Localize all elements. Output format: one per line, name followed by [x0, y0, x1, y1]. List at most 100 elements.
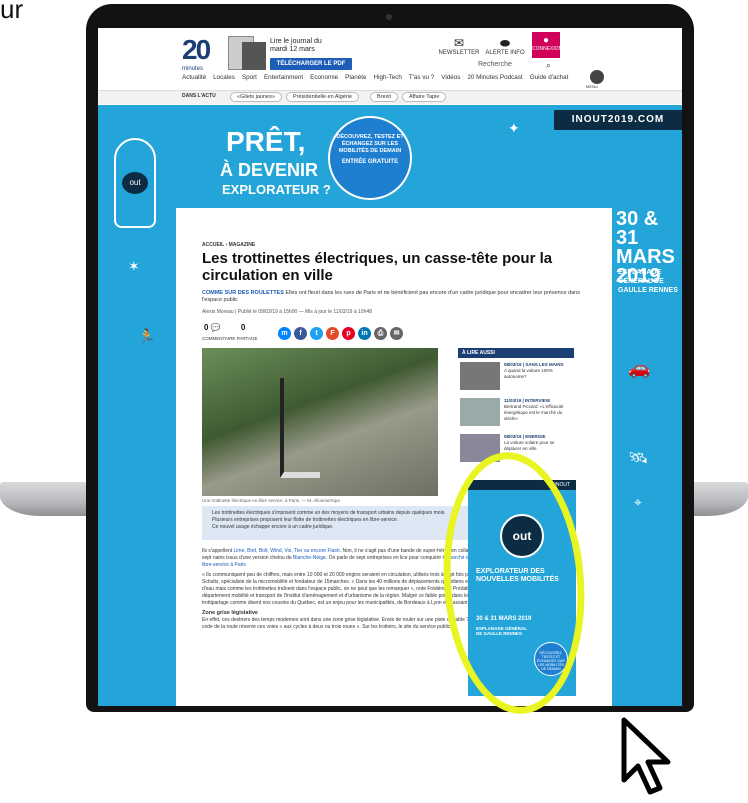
comments-count: 0: [204, 323, 209, 332]
ad-place: ESPLANADE GÉNÉRAL DE GAULLE RENNES: [618, 269, 678, 294]
download-pdf-button[interactable]: TÉLÉCHARGER LE PDF: [270, 58, 352, 70]
ad-badge[interactable]: DÉCOUVREZ, TESTEZ ET ÉCHANGEZ SUR LES MO…: [328, 116, 412, 200]
corner-text: ur: [0, 0, 24, 24]
laptop-screen: 20 minutes Lire le journal du mardi 12 m…: [98, 28, 682, 706]
ad-badge-text: DÉCOUVREZ, TESTEZ ET ÉCHANGEZ SUR LES MO…: [336, 134, 404, 154]
comment-icon: 💬: [210, 323, 221, 332]
nav-item-locales[interactable]: Locales: [213, 74, 235, 81]
related-thumbnail: [460, 398, 500, 426]
article-byline: Alexis Moreau | Publié le 09/03/19 à 15h…: [202, 309, 372, 315]
nav-item-planete[interactable]: Planète: [345, 74, 366, 81]
journal-line-1: Lire le journal du: [270, 38, 322, 45]
nav-item-sport[interactable]: Sport: [242, 74, 257, 81]
comments-label[interactable]: COMMENTAIRE: [202, 336, 235, 341]
newspaper-photo: [242, 42, 266, 70]
site-logo[interactable]: 20: [182, 36, 211, 64]
menu-icon[interactable]: [590, 70, 604, 84]
nav-item-guide-achat[interactable]: Guide d'achat: [530, 74, 569, 81]
envelope-icon: ✉: [453, 36, 465, 50]
linkedin-icon[interactable]: in: [358, 327, 371, 340]
user-icon: ●: [542, 35, 550, 46]
newsletter-label: NEWSLETTER: [438, 50, 480, 56]
journal-promo: Lire le journal du mardi 12 mars: [270, 38, 322, 54]
journal-line-2: mardi 12 mars: [270, 46, 315, 53]
startups-link[interactable]: Lime, Bird, Bolt, Wind, Voi, Tier ou enc…: [234, 548, 340, 554]
connexion-button[interactable]: ● CONNEXION: [532, 32, 563, 58]
blanche-neige-link[interactable]: Blanche-Neige: [293, 555, 326, 561]
lead-strong: COMME SUR DES ROULETTES: [202, 290, 284, 296]
toggle-icon: ⬬: [499, 36, 511, 50]
para-text: . On parle de sept entreprises en lice p…: [325, 555, 448, 561]
related-heading: À LIRE AUSSI: [458, 348, 574, 358]
print-icon[interactable]: ⎙: [374, 327, 387, 340]
newsletter-button[interactable]: ✉ NEWSLETTER: [434, 36, 484, 56]
tags-label: DANS L'ACTU: [182, 93, 216, 99]
related-tag: 08/03/19 | SANS LES MAINS: [504, 362, 564, 367]
para-text: Ils s'appellent: [202, 548, 234, 554]
search-input[interactable]: Recherche: [478, 61, 568, 68]
ad-headline-1: PRÊT,: [226, 126, 306, 157]
mouse-cursor-icon: [621, 717, 671, 795]
ad-headline-3: EXPLORATEUR ?: [222, 182, 331, 197]
photo-stage: ur 20 minutes Lire le journal du mardi 1…: [0, 0, 748, 803]
site-logo-sub: minutes: [182, 66, 204, 72]
tag-gilets-jaunes[interactable]: «Gilets jaunes»: [230, 92, 282, 102]
inout-logo: out: [122, 172, 148, 194]
related-title: A quand la voiture 100% autonome?: [504, 368, 553, 379]
related-item[interactable]: 11/03/19 | INTERVIEW Bertrand Piccard: «L…: [458, 396, 574, 430]
share-buttons: m f t Fp in ⎙ ✉: [278, 322, 406, 340]
nav-item-tas-vu[interactable]: T'as vu ?: [409, 74, 434, 81]
flipboard-icon[interactable]: F: [326, 327, 339, 340]
counter-labels: COMMENTAIRE PARTAGE: [202, 336, 257, 341]
related-title: Bertrand Piccard: «L'efficacité énergéti…: [504, 404, 564, 421]
car-icon: 🚗: [628, 358, 651, 378]
shares-label: PARTAGE: [236, 336, 258, 341]
tag-brexit[interactable]: Brexit: [370, 92, 399, 102]
satellite-icon: ✦: [508, 120, 520, 136]
ad-domain-banner[interactable]: INOUT2019.COM: [554, 110, 682, 130]
related-text: 08/03/19 | SANS LES MAINS A quand la voit…: [504, 362, 572, 380]
counters: 0 💬 0: [204, 323, 245, 332]
related-tag: 08/03/19 | ENERGIE: [504, 434, 546, 439]
ad-headline-2: À DEVENIR: [220, 160, 319, 180]
article-title: Les trottinettes électriques, un casse-t…: [202, 250, 553, 284]
main-nav: Actualité Locales Sport Entertainment Econom…: [182, 74, 652, 81]
nav-item-entertainment[interactable]: Entertainment: [264, 74, 303, 81]
shares-count: 0: [240, 323, 246, 332]
webcam: [386, 14, 392, 20]
related-text: 08/03/19 | ENERGIE La voiture solaire pou…: [504, 434, 572, 452]
messenger-icon[interactable]: m: [278, 327, 291, 340]
related-text: 11/03/19 | INTERVIEW Bertrand Piccard: «L…: [504, 398, 572, 422]
location-pin-icon: ⌖: [634, 494, 642, 510]
twitter-icon[interactable]: t: [310, 327, 323, 340]
menu-label: MENU: [586, 84, 598, 89]
pinterest-icon[interactable]: p: [342, 327, 355, 340]
star-icon: ✶: [128, 258, 140, 274]
related-tag: 11/03/19 | INTERVIEW: [504, 398, 550, 403]
ad-dates-line-1: 30 & 31: [616, 208, 659, 249]
article-lead: COMME SUR DES ROULETTES Elles ont fleuri…: [202, 290, 582, 304]
facebook-icon[interactable]: f: [294, 327, 307, 340]
photo-caption: Une trottinette électrique en libre serv…: [202, 498, 340, 503]
email-icon[interactable]: ✉: [390, 327, 403, 340]
connexion-label: CONNEXION: [532, 46, 563, 52]
breadcrumb[interactable]: ACCUEIL › MAGAZINE: [202, 242, 255, 248]
nav-item-podcast[interactable]: 20 Minutes Podcast: [467, 74, 522, 81]
related-title: La voiture solaire pour se déplacer en v…: [504, 440, 555, 451]
related-item[interactable]: 08/03/19 | SANS LES MAINS A quand la voit…: [458, 360, 574, 394]
nav-item-hightech[interactable]: High-Tech: [374, 74, 402, 81]
satellite-icon: 🛰: [628, 450, 649, 467]
nav-item-economie[interactable]: Economie: [310, 74, 338, 81]
article-photo[interactable]: [202, 348, 438, 496]
alerts-button[interactable]: ⬬ ALERTE INFO: [480, 36, 530, 56]
nav-item-videos[interactable]: Vidéos: [441, 74, 460, 81]
tag-affaire-tapie[interactable]: Affaire Tapie: [402, 92, 447, 102]
nav-item-actualite[interactable]: Actualité: [182, 74, 206, 81]
search-icon[interactable]: ⌕: [546, 60, 551, 71]
alerts-label: ALERTE INFO: [485, 50, 525, 56]
ad-badge-strong: ENTRÉE GRATUITE: [341, 159, 399, 165]
tag-algerie[interactable]: Présidentielle en Algérie: [286, 92, 360, 102]
runner-icon: 🏃: [138, 328, 156, 344]
scooter-illustration: [280, 378, 320, 478]
related-thumbnail: [460, 362, 500, 390]
